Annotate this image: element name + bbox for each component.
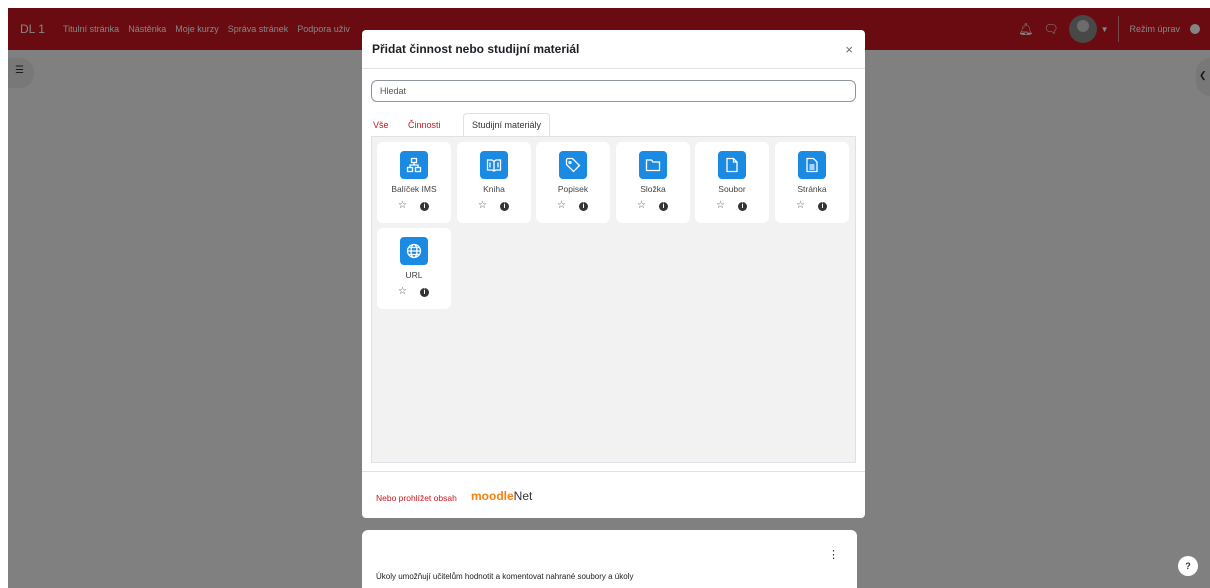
resource-grid: Balíček IMS ☆ i Kniha ☆ i Popisek ☆ i Sl… xyxy=(371,136,856,463)
search-input[interactable] xyxy=(371,80,856,102)
book-icon xyxy=(480,151,508,179)
star-icon[interactable]: ☆ xyxy=(796,201,805,211)
tile-folder[interactable]: Složka ☆ i xyxy=(616,142,690,223)
activity-chooser-modal: Přidat činnost nebo studijní materiál × … xyxy=(362,30,865,518)
moodlenet-logo-moodle: moodle xyxy=(471,489,514,503)
info-icon[interactable]: i xyxy=(500,202,509,211)
package-icon xyxy=(400,151,428,179)
tab-resources[interactable]: Studijní materiály xyxy=(463,113,551,137)
info-icon[interactable]: i xyxy=(420,288,429,297)
star-icon[interactable]: ☆ xyxy=(637,201,646,211)
info-icon[interactable]: i xyxy=(738,202,747,211)
tile-book[interactable]: Kniha ☆ i xyxy=(457,142,531,223)
globe-icon xyxy=(400,237,428,265)
tile-label: Stránka xyxy=(797,184,827,194)
tile-url[interactable]: URL ☆ i xyxy=(377,228,451,309)
moodlenet-link[interactable]: Nebo prohlížet obsah xyxy=(376,493,457,503)
tile-label: Popisek xyxy=(557,184,589,194)
tile-label: URL xyxy=(405,270,423,280)
tile-file[interactable]: Soubor ☆ i xyxy=(695,142,769,223)
chooser-tabs: Vše Činnosti Studijní materiály xyxy=(371,113,856,137)
modal-title: Přidat činnost nebo studijní materiál xyxy=(372,42,580,56)
tile-label: Balíček IMS xyxy=(391,184,437,194)
star-icon[interactable]: ☆ xyxy=(716,201,725,211)
modal-footer: Nebo prohlížet obsah moodleNet xyxy=(362,471,865,518)
tile-page[interactable]: Stránka ☆ i xyxy=(775,142,849,223)
star-icon[interactable]: ☆ xyxy=(478,201,487,211)
tile-ims-package[interactable]: Balíček IMS ☆ i xyxy=(377,142,451,223)
tab-activities[interactable]: Činnosti xyxy=(408,113,441,137)
info-icon[interactable]: i xyxy=(818,202,827,211)
help-button[interactable]: ? xyxy=(1178,556,1198,576)
page-icon xyxy=(798,151,826,179)
star-icon[interactable]: ☆ xyxy=(557,201,566,211)
tile-label: Kniha xyxy=(483,184,505,194)
moodlenet-logo-net: Net xyxy=(513,489,533,503)
tile-label: Složka xyxy=(640,184,666,194)
info-icon[interactable]: i xyxy=(659,202,668,211)
kebab-menu-icon[interactable]: ⋮ xyxy=(828,548,839,561)
activity-description: Úkoly umožňují učitelům hodnotit a komen… xyxy=(376,572,634,581)
tag-icon xyxy=(559,151,587,179)
background-activity-card: ⋮ Úkoly umožňují učitelům hodnotit a kom… xyxy=(362,530,857,588)
star-icon[interactable]: ☆ xyxy=(398,201,407,211)
info-icon[interactable]: i xyxy=(420,202,429,211)
tile-label-resource[interactable]: Popisek ☆ i xyxy=(536,142,610,223)
folder-icon xyxy=(639,151,667,179)
file-icon xyxy=(718,151,746,179)
tab-all[interactable]: Vše xyxy=(373,113,389,137)
close-button[interactable]: × xyxy=(845,42,853,57)
info-icon[interactable]: i xyxy=(579,202,588,211)
tile-label: Soubor xyxy=(718,184,746,194)
modal-header: Přidat činnost nebo studijní materiál × xyxy=(362,30,865,69)
star-icon[interactable]: ☆ xyxy=(398,287,407,297)
moodlenet-logo[interactable]: moodleNet xyxy=(471,489,532,503)
